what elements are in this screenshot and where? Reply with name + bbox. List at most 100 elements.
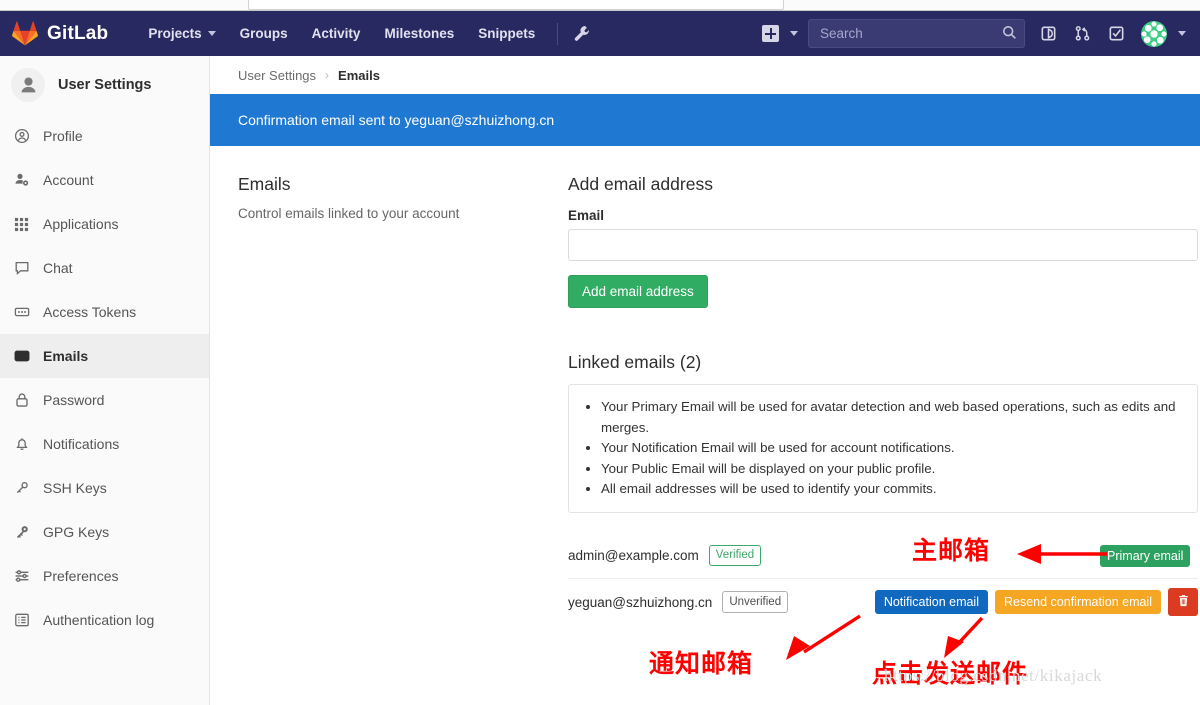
page-subtitle: Control emails linked to your account <box>238 206 460 221</box>
key-icon <box>13 480 30 497</box>
sidebar-item-chat-label: Chat <box>43 260 73 276</box>
search-box <box>808 19 1025 48</box>
gitlab-home-link[interactable]: GitLab <box>0 21 108 46</box>
sidebar-item-account[interactable]: Account <box>0 158 209 202</box>
nav-item-activity[interactable]: Activity <box>300 11 373 56</box>
breadcrumb-current: Emails <box>338 67 380 83</box>
avatar <box>1141 20 1167 47</box>
sidebar-item-access-tokens-label: Access Tokens <box>43 304 137 320</box>
chat-bubble-icon <box>13 260 30 277</box>
nav-divider <box>557 22 559 45</box>
sidebar-item-authentication-log-label: Authentication log <box>43 612 155 628</box>
breadcrumb: User Settings › Emails <box>210 56 1200 94</box>
search-input[interactable] <box>808 19 1025 48</box>
add-email-title: Add email address <box>568 174 713 194</box>
sidebar-title: User Settings <box>58 77 152 93</box>
trash-icon <box>1177 594 1190 610</box>
user-menu-button[interactable] <box>1133 20 1192 47</box>
breadcrumb-parent[interactable]: User Settings <box>238 68 316 83</box>
email-input[interactable] <box>568 229 1198 261</box>
linked-email-note: Your Public Email will be displayed on y… <box>601 459 1181 480</box>
sidebar-item-profile-label: Profile <box>43 128 83 144</box>
sidebar-item-emails-label: Emails <box>43 348 89 364</box>
status-badge: Verified <box>708 544 762 567</box>
emails-section-description: Emails Control emails linked to your acc… <box>238 174 568 625</box>
sidebar-item-gpg-keys[interactable]: GPG Keys <box>0 510 209 554</box>
table-row: yeguan@szhuizhong.cn Unverified Notifica… <box>568 579 1198 625</box>
sidebar-item-chat[interactable]: Chat <box>0 246 209 290</box>
sidebar-item-preferences[interactable]: Preferences <box>0 554 209 598</box>
page-title: Emails <box>238 174 291 194</box>
sidebar-item-emails[interactable]: Emails <box>0 334 209 378</box>
status-badge: Unverified <box>722 591 789 613</box>
new-item-button[interactable] <box>756 11 804 56</box>
lock-icon <box>13 392 30 409</box>
email-field-label: Email <box>568 208 605 223</box>
settings-body: Emails Control emails linked to your acc… <box>210 146 1200 625</box>
wrench-icon[interactable] <box>564 11 598 56</box>
email-address: admin@example.com <box>568 548 699 564</box>
nav-item-projects-label: Projects <box>148 26 202 41</box>
sidebar-item-preferences-label: Preferences <box>43 568 119 584</box>
sidebar-item-ssh-keys-label: SSH Keys <box>43 480 107 496</box>
applications-grid-icon <box>13 216 30 233</box>
account-icon <box>13 172 30 189</box>
sidebar-item-profile[interactable]: Profile <box>0 114 209 158</box>
sidebar-item-authentication-log[interactable]: Authentication log <box>0 598 209 642</box>
todos-icon[interactable] <box>1099 11 1133 56</box>
linked-emails-title: Linked emails (2) <box>568 352 702 372</box>
sidebar-item-notifications-label: Notifications <box>43 436 120 452</box>
nav-item-milestones[interactable]: Milestones <box>372 11 466 56</box>
token-icon <box>13 304 30 321</box>
key-icon <box>13 524 30 541</box>
sidebar-item-gpg-keys-label: GPG Keys <box>43 524 110 540</box>
sidebar-item-ssh-keys[interactable]: SSH Keys <box>0 466 209 510</box>
linked-emails-info-box: Your Primary Email will be used for avat… <box>568 384 1198 514</box>
chevron-down-icon <box>207 31 216 36</box>
top-navbar: GitLab Projects Groups Activity Mileston… <box>0 11 1200 56</box>
sidebar-item-password-label: Password <box>43 392 105 408</box>
browser-chrome-strip <box>0 0 1200 11</box>
chevron-down-icon <box>1178 31 1186 36</box>
user-avatar-icon <box>11 68 45 102</box>
browser-address-bar[interactable] <box>248 0 784 10</box>
sidebar-item-access-tokens[interactable]: Access Tokens <box>0 290 209 334</box>
sidebar-item-account-label: Account <box>43 172 94 188</box>
sidebar-header[interactable]: User Settings <box>0 56 209 114</box>
linked-email-note: Your Notification Email will be used for… <box>601 438 1181 459</box>
confirmation-alert-message: Confirmation email sent to yeguan@szhuiz… <box>238 112 555 128</box>
sidebar-item-notifications[interactable]: Notifications <box>0 422 209 466</box>
resend-confirmation-email-button[interactable]: Resend confirmation email <box>995 590 1161 615</box>
linked-email-note: All email addresses will be used to iden… <box>601 479 1181 500</box>
chevron-down-icon <box>790 31 798 36</box>
sidebar-item-applications-label: Applications <box>43 216 119 232</box>
sliders-icon <box>13 568 30 585</box>
main-content: User Settings › Emails Confirmation emai… <box>210 56 1200 705</box>
gitlab-emails-settings-page: GitLab Projects Groups Activity Mileston… <box>0 0 1200 705</box>
breadcrumb-separator-icon: › <box>325 68 330 82</box>
nav-item-groups[interactable]: Groups <box>228 11 300 56</box>
confirmation-alert: Confirmation email sent to yeguan@szhuiz… <box>210 94 1200 146</box>
navbar-right-group <box>756 11 1200 56</box>
nav-item-projects[interactable]: Projects <box>136 11 227 56</box>
add-email-address-button[interactable]: Add email address <box>568 275 708 308</box>
plus-square-icon <box>762 25 779 42</box>
nav-item-snippets[interactable]: Snippets <box>466 11 547 56</box>
settings-sidebar: User Settings Profile Account Applicatio… <box>0 56 210 705</box>
sidebar-item-password[interactable]: Password <box>0 378 209 422</box>
primary-nav: Projects Groups Activity Milestones Snip… <box>136 11 598 56</box>
issues-icon[interactable] <box>1031 11 1065 56</box>
email-address: yeguan@szhuizhong.cn <box>568 594 713 610</box>
merge-requests-icon[interactable] <box>1065 11 1099 56</box>
bell-icon <box>13 436 30 453</box>
notification-email-button[interactable]: Notification email <box>874 590 988 615</box>
envelope-icon <box>13 348 30 365</box>
delete-email-button[interactable] <box>1168 588 1198 617</box>
profile-icon <box>13 128 30 145</box>
row-actions: Notification email Resend confirmation e… <box>874 588 1198 617</box>
log-list-icon <box>13 612 30 629</box>
sidebar-item-applications[interactable]: Applications <box>0 202 209 246</box>
gitlab-tanuki-logo-icon <box>12 21 38 46</box>
brand-name: GitLab <box>47 22 109 44</box>
